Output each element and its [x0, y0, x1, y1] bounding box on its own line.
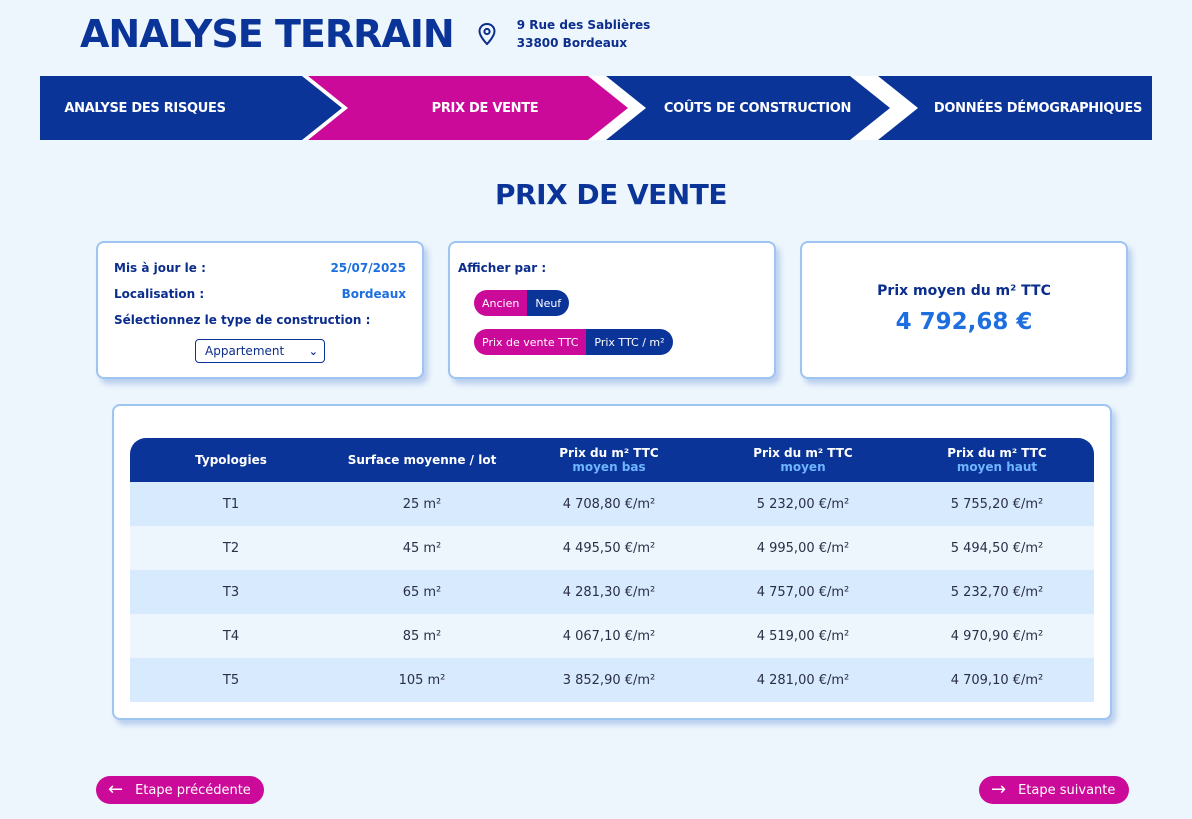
- construction-type-select[interactable]: Appartement ⌄: [195, 339, 325, 363]
- header: ANALYSE TERRAIN 9 Rue des Sablières 3380…: [80, 12, 650, 56]
- updated-value: 25/07/2025: [330, 261, 406, 275]
- table-row: T3 65 m² 4 281,30 €/m² 4 757,00 €/m² 5 2…: [130, 570, 1094, 614]
- cell-prix-moyen: 5 232,00 €/m²: [756, 496, 850, 512]
- cell-surface: 45 m²: [402, 540, 442, 556]
- app-title: ANALYSE TERRAIN: [80, 12, 455, 56]
- cell-prix-moyen: 4 757,00 €/m²: [756, 584, 850, 600]
- construction-type-label: Sélectionnez le type de construction :: [114, 313, 371, 327]
- cell-prix-haut: 5 494,50 €/m²: [950, 540, 1044, 556]
- price-table-card: Typologies Surface moyenne / lot Prix du…: [112, 404, 1112, 720]
- step-navigation: ANALYSE DES RISQUES PRIX DE VENTE COÛTS …: [40, 76, 1152, 140]
- cell-typology: T5: [222, 672, 240, 688]
- location-value: Bordeaux: [341, 287, 406, 301]
- cell-surface: 105 m²: [398, 672, 446, 688]
- step-couts-de-construction[interactable]: COÛTS DE CONSTRUCTION: [625, 76, 890, 140]
- header-prix-haut: Prix du m² TTC moyen haut: [947, 446, 1047, 474]
- next-step-button[interactable]: → Etape suivante: [979, 776, 1129, 804]
- address-line-2: 33800 Bordeaux: [516, 36, 628, 50]
- toggle-ancien[interactable]: Ancien: [474, 290, 528, 316]
- display-by-label: Afficher par :: [458, 261, 547, 275]
- location-pin-icon: [478, 22, 496, 46]
- section-title: PRIX DE VENTE: [495, 178, 727, 211]
- updated-label: Mis à jour le :: [114, 261, 206, 275]
- previous-step-label: Etape précédente: [135, 782, 251, 798]
- average-price-label: Prix moyen du m² TTC: [877, 283, 1051, 299]
- next-step-label: Etape suivante: [1018, 782, 1116, 798]
- toggle-neuf[interactable]: Neuf: [527, 290, 570, 316]
- cell-prix-moyen: 4 519,00 €/m²: [756, 628, 850, 644]
- price-table: Typologies Surface moyenne / lot Prix du…: [130, 438, 1094, 702]
- arrow-right-icon: →: [991, 779, 1007, 800]
- cell-prix-haut: 5 232,70 €/m²: [950, 584, 1044, 600]
- step-analyse-des-risques[interactable]: ANALYSE DES RISQUES: [40, 76, 250, 140]
- display-options-card: Afficher par : Ancien Neuf Prix de vente…: [448, 241, 776, 379]
- step-donnees-demographiques[interactable]: DONNÉES DÉMOGRAPHIQUES: [910, 76, 1166, 140]
- cell-typology: T1: [222, 496, 240, 512]
- table-header: Typologies Surface moyenne / lot Prix du…: [130, 438, 1094, 482]
- average-price-card: Prix moyen du m² TTC 4 792,68 €: [800, 241, 1128, 379]
- ancien-neuf-toggle: Ancien Neuf: [474, 290, 570, 316]
- location-label: Localisation :: [114, 287, 205, 301]
- step-prix-de-vente[interactable]: PRIX DE VENTE: [350, 76, 620, 140]
- cell-prix-bas: 4 495,50 €/m²: [562, 540, 656, 556]
- average-price-value: 4 792,68 €: [895, 309, 1033, 335]
- cell-prix-bas: 4 708,80 €/m²: [562, 496, 656, 512]
- cell-prix-bas: 3 852,90 €/m²: [562, 672, 656, 688]
- cell-prix-haut: 5 755,20 €/m²: [950, 496, 1044, 512]
- arrow-left-icon: ←: [108, 779, 124, 800]
- price-mode-toggle: Prix de vente TTC Prix TTC / m²: [474, 329, 673, 355]
- table-row: T4 85 m² 4 067,10 €/m² 4 519,00 €/m² 4 9…: [130, 614, 1094, 658]
- header-typologies: Typologies: [195, 453, 267, 467]
- address-line-1: 9 Rue des Sablières: [516, 18, 651, 32]
- cell-surface: 85 m²: [402, 628, 442, 644]
- table-row: T2 45 m² 4 495,50 €/m² 4 995,00 €/m² 5 4…: [130, 526, 1094, 570]
- address: 9 Rue des Sablières 33800 Bordeaux: [517, 16, 651, 52]
- cell-typology: T4: [222, 628, 240, 644]
- header-surface: Surface moyenne / lot: [347, 453, 497, 467]
- toggle-prix-de-vente-ttc[interactable]: Prix de vente TTC: [474, 329, 587, 355]
- construction-type-value: Appartement: [205, 344, 285, 358]
- header-prix-bas: Prix du m² TTC moyen bas: [559, 446, 659, 474]
- chevron-down-icon: ⌄: [308, 345, 318, 358]
- cell-surface: 65 m²: [402, 584, 442, 600]
- table-row: T5 105 m² 3 852,90 €/m² 4 281,00 €/m² 4 …: [130, 658, 1094, 702]
- cell-surface: 25 m²: [402, 496, 442, 512]
- info-card: Mis à jour le : 25/07/2025 Localisation …: [96, 241, 424, 379]
- cell-prix-haut: 4 709,10 €/m²: [950, 672, 1044, 688]
- header-prix-moyen: Prix du m² TTC moyen: [753, 446, 853, 474]
- cell-prix-haut: 4 970,90 €/m²: [950, 628, 1044, 644]
- cell-prix-moyen: 4 281,00 €/m²: [756, 672, 850, 688]
- cell-prix-bas: 4 067,10 €/m²: [562, 628, 656, 644]
- cell-typology: T2: [222, 540, 240, 556]
- cell-prix-moyen: 4 995,00 €/m²: [756, 540, 850, 556]
- cell-prix-bas: 4 281,30 €/m²: [562, 584, 656, 600]
- cell-typology: T3: [222, 584, 240, 600]
- previous-step-button[interactable]: ← Etape précédente: [96, 776, 264, 804]
- table-row: T1 25 m² 4 708,80 €/m² 5 232,00 €/m² 5 7…: [130, 482, 1094, 526]
- toggle-prix-ttc-m2[interactable]: Prix TTC / m²: [586, 329, 673, 355]
